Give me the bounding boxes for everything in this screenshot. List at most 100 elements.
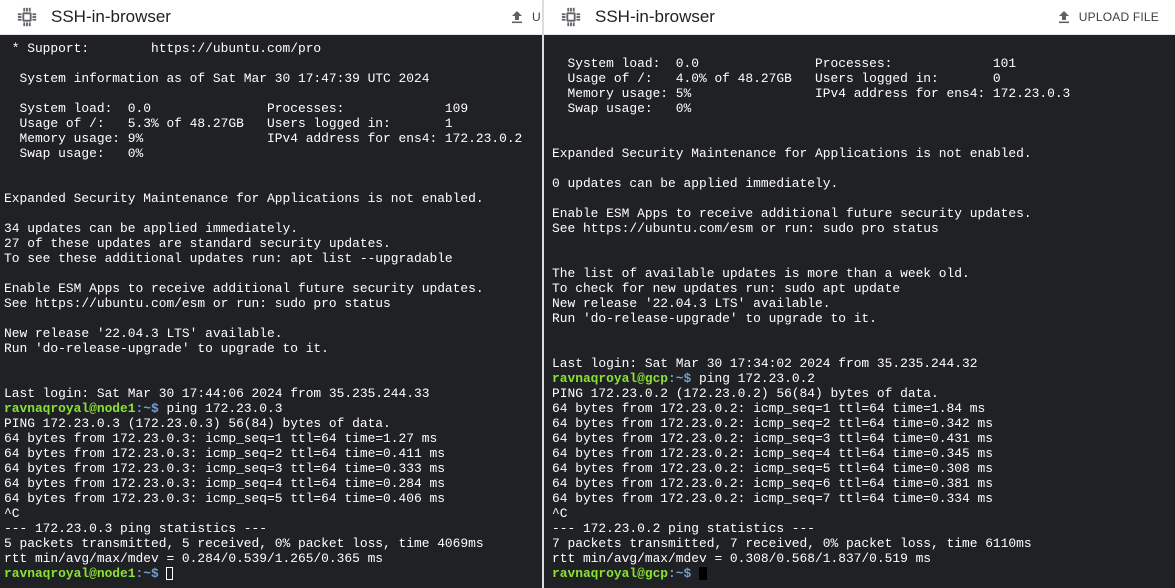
terminal-line: PING 172.23.0.3 (172.23.0.3) 56(84) byte…: [4, 416, 391, 431]
prompt-path: :~$: [135, 566, 167, 581]
terminal-history: * Support: https://ubuntu.com/pro System…: [4, 41, 542, 401]
terminal-line: 64 bytes from 172.23.0.2: icmp_seq=1 ttl…: [552, 401, 986, 416]
terminal-line: 5 packets transmitted, 5 received, 0% pa…: [4, 536, 484, 551]
window-title: SSH-in-browser: [51, 7, 171, 26]
terminal-line: To see these additional updates run: apt…: [4, 251, 453, 266]
terminal-line: New release '22.04.3 LTS' available.: [552, 296, 831, 311]
title-bar: SSH-in-browser UPLOAD FILE: [544, 0, 1175, 35]
terminal-line: Swap usage: 0%: [552, 101, 692, 116]
terminal-line: 0 updates can be applied immediately.: [552, 176, 839, 191]
active-prompt-line[interactable]: ravnaqroyal@gcp:~$: [552, 566, 1175, 581]
terminal-line: Run 'do-release-upgrade' to upgrade to i…: [552, 311, 877, 326]
command-text: ping 172.23.0.3: [166, 401, 283, 416]
ping-output: PING 172.23.0.2 (172.23.0.2) 56(84) byte…: [552, 386, 1175, 566]
chip-icon: [17, 7, 37, 27]
upload-file-button[interactable]: U: [510, 10, 542, 24]
terminal-line: Usage of /: 4.0% of 48.27GB Users logged…: [552, 71, 1001, 86]
terminal-line: System information as of Sat Mar 30 17:4…: [4, 71, 430, 86]
terminal-line: 7 packets transmitted, 7 received, 0% pa…: [552, 536, 1032, 551]
terminal-line: Last login: Sat Mar 30 17:34:02 2024 fro…: [552, 356, 978, 371]
terminal-line: 64 bytes from 172.23.0.3: icmp_seq=4 ttl…: [4, 476, 445, 491]
terminal-line: 64 bytes from 172.23.0.2: icmp_seq=5 ttl…: [552, 461, 993, 476]
window-title: SSH-in-browser: [595, 7, 715, 26]
terminal-line: 64 bytes from 172.23.0.2: icmp_seq=4 ttl…: [552, 446, 993, 461]
terminal-line: Enable ESM Apps to receive additional fu…: [4, 281, 484, 296]
terminal-line: Swap usage: 0%: [4, 146, 144, 161]
terminal-cursor: [699, 567, 707, 580]
prompt-path: :~$: [135, 401, 167, 416]
prompt-user: ravnaqroyal@node1: [4, 566, 136, 581]
title-bar: SSH-in-browser U: [0, 0, 542, 35]
terminal-line: 64 bytes from 172.23.0.3: icmp_seq=2 ttl…: [4, 446, 445, 461]
terminal-line: The list of available updates is more th…: [552, 266, 970, 281]
upload-file-label: U: [532, 10, 541, 24]
terminal-line: See https://ubuntu.com/esm or run: sudo …: [4, 296, 391, 311]
terminal-line: Memory usage: 5% IPv4 address for ens4: …: [552, 86, 1071, 101]
terminal-line: Memory usage: 9% IPv4 address for ens4: …: [4, 131, 523, 146]
upload-file-button[interactable]: UPLOAD FILE: [1057, 10, 1175, 24]
terminal-line: 64 bytes from 172.23.0.2: icmp_seq=7 ttl…: [552, 491, 993, 506]
terminal-line: rtt min/avg/max/mdev = 0.284/0.539/1.265…: [4, 551, 384, 566]
terminal-line: 64 bytes from 172.23.0.2: icmp_seq=3 ttl…: [552, 431, 993, 446]
terminal-line: Run 'do-release-upgrade' to upgrade to i…: [4, 341, 329, 356]
terminal-line: 27 of these updates are standard securit…: [4, 236, 391, 251]
terminal-line: ^C: [552, 506, 568, 521]
terminal-line: 64 bytes from 172.23.0.3: icmp_seq=5 ttl…: [4, 491, 445, 506]
terminal-cursor: [166, 567, 174, 580]
terminal-line: Expanded Security Maintenance for Applic…: [4, 191, 484, 206]
terminal-line: See https://ubuntu.com/esm or run: sudo …: [552, 221, 939, 236]
terminal-line: New release '22.04.3 LTS' available.: [4, 326, 283, 341]
prompt-user: ravnaqroyal@gcp: [552, 371, 669, 386]
terminal-line: 34 updates can be applied immediately.: [4, 221, 298, 236]
terminal-line: To check for new updates run: sudo apt u…: [552, 281, 901, 296]
terminal-output[interactable]: System load: 0.0 Processes: 101 Usage of…: [544, 35, 1175, 588]
terminal-line: Expanded Security Maintenance for Applic…: [552, 146, 1032, 161]
terminal-output[interactable]: * Support: https://ubuntu.com/pro System…: [0, 35, 542, 588]
prompt-user: ravnaqroyal@gcp: [552, 566, 669, 581]
terminal-line: 64 bytes from 172.23.0.3: icmp_seq=3 ttl…: [4, 461, 445, 476]
terminal-line: System load: 0.0 Processes: 101: [552, 56, 1017, 71]
prompt-user: ravnaqroyal@node1: [4, 401, 136, 416]
terminal-line: rtt min/avg/max/mdev = 0.308/0.568/1.837…: [552, 551, 932, 566]
prompt-path: :~$: [668, 371, 699, 386]
terminal-line: Last login: Sat Mar 30 17:44:06 2024 fro…: [4, 386, 430, 401]
terminal-line: --- 172.23.0.3 ping statistics ---: [4, 521, 268, 536]
terminal-line: Enable ESM Apps to receive additional fu…: [552, 206, 1032, 221]
terminal-line: Usage of /: 5.3% of 48.27GB Users logged…: [4, 116, 453, 131]
chip-icon: [561, 7, 581, 27]
upload-icon: [512, 11, 522, 24]
command-text: ping 172.23.0.2: [699, 371, 816, 386]
ssh-window-right: SSH-in-browser UPLOAD FILE System load: …: [544, 0, 1175, 588]
terminal-line: 64 bytes from 172.23.0.2: icmp_seq=2 ttl…: [552, 416, 993, 431]
terminal-history: System load: 0.0 Processes: 101 Usage of…: [552, 41, 1175, 371]
terminal-line: --- 172.23.0.2 ping statistics ---: [552, 521, 816, 536]
terminal-line: 64 bytes from 172.23.0.2: icmp_seq=6 ttl…: [552, 476, 993, 491]
ssh-window-left: SSH-in-browser U * Support: https://ubun…: [0, 0, 542, 588]
terminal-line: ^C: [4, 506, 20, 521]
terminal-line: PING 172.23.0.2 (172.23.0.2) 56(84) byte…: [552, 386, 939, 401]
ping-output: PING 172.23.0.3 (172.23.0.3) 56(84) byte…: [4, 416, 542, 566]
terminal-line: * Support: https://ubuntu.com/pro: [4, 41, 322, 56]
terminal-line: System load: 0.0 Processes: 109: [4, 101, 469, 116]
upload-file-label: UPLOAD FILE: [1078, 10, 1159, 24]
command-line: ravnaqroyal@node1:~$ ping 172.23.0.3: [4, 401, 542, 416]
active-prompt-line[interactable]: ravnaqroyal@node1:~$: [4, 566, 542, 581]
terminal-line: 64 bytes from 172.23.0.3: icmp_seq=1 ttl…: [4, 431, 438, 446]
